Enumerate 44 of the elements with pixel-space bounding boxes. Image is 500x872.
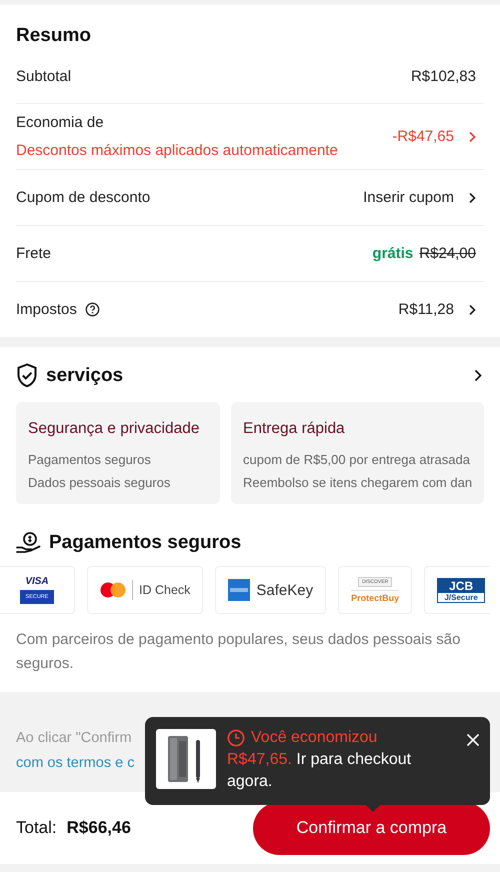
discount-note: Descontos máximos aplicados automaticamente (16, 142, 338, 159)
payment-note: Com parceiros de pagamento populares, seus dados pessoais são seguros. (16, 630, 462, 674)
money-hand-icon (16, 532, 41, 554)
chevron-right-icon[interactable] (468, 304, 476, 316)
card-title: Entrega rápida (243, 420, 346, 438)
row-value: R$102,83 (410, 68, 476, 85)
overlapping-circles-icon (100, 582, 126, 598)
savings-value: -R$47,65 (392, 128, 454, 145)
card-title: Segurança e privacidade (28, 420, 200, 438)
total-label: Total: (16, 818, 57, 838)
row-label: Subtotal (16, 68, 72, 85)
logo-text: J/Secure (438, 592, 484, 602)
card-text: Dados pessoais seguros (28, 475, 172, 490)
card-logo-icon (228, 579, 250, 601)
card-text: Pagamentos seguros (28, 452, 152, 467)
row-value: Inserir cupom (363, 189, 454, 206)
legal-text: Ao clicar "Confirm (16, 730, 132, 746)
row-label: Frete (16, 245, 52, 262)
clock-icon (227, 729, 245, 747)
shield-check-icon (16, 363, 38, 388)
terms-link[interactable]: com os termos e c (16, 755, 134, 771)
row-label: Economia de (16, 114, 105, 131)
row-value: R$11,28 (398, 301, 454, 318)
section-title: Pagamentos seguros (49, 532, 242, 554)
chevron-right-icon[interactable] (474, 369, 482, 382)
logo-text: SafeKey (256, 582, 314, 598)
logo-text: JCB (449, 578, 474, 592)
tooltip-title: Você economizou (251, 729, 378, 747)
free-shipping-label: grátis (372, 245, 414, 262)
section-title: Resumo (16, 24, 92, 48)
card-text: Reembolso se itens chegarem com dan (243, 475, 472, 490)
total-value: R$66,46 (66, 818, 131, 838)
close-icon[interactable] (466, 733, 480, 747)
chevron-right-icon[interactable] (468, 192, 476, 204)
logo-text: ProtectBuy (351, 590, 400, 603)
logo-text: ID Check (139, 583, 190, 597)
row-label: Impostos (16, 301, 77, 318)
logo-text: VISA (25, 576, 49, 587)
help-icon[interactable] (84, 302, 100, 317)
original-price: R$24,00 (419, 245, 476, 262)
tooltip-message: R$47,65. Ir para checkout agora. (227, 750, 412, 792)
row-label: Cupom de desconto (16, 189, 150, 206)
card-text: cupom de R$5,00 por entrega atrasada (243, 452, 471, 467)
section-title: serviços (46, 364, 124, 386)
